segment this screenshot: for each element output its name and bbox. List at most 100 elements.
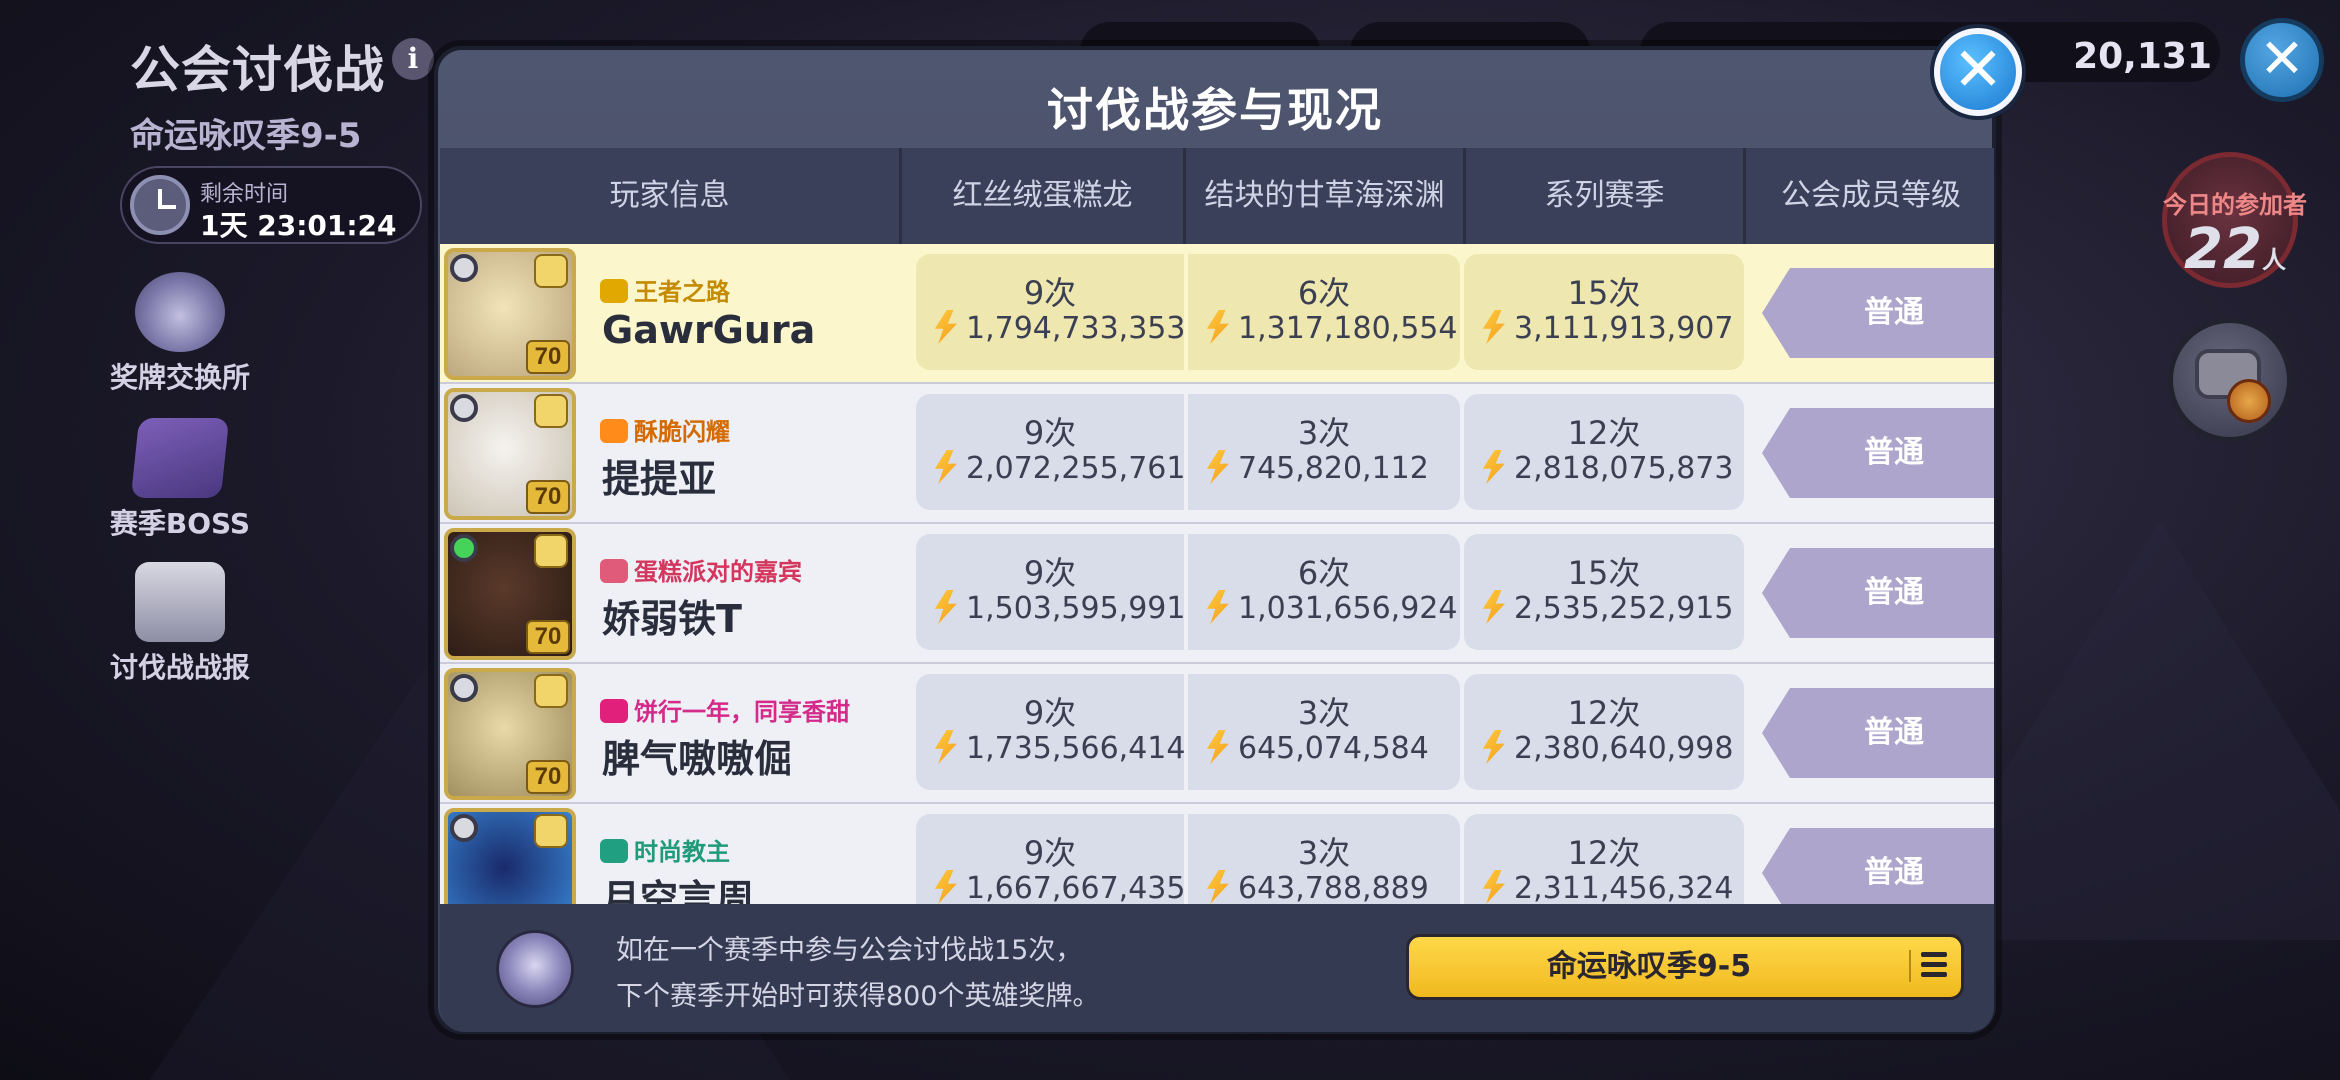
season-select-button[interactable]: 命运咏叹季9-5 <box>1406 934 1964 1000</box>
sidebar-item-label: 讨伐战战报 <box>109 651 250 684</box>
table-body[interactable]: 70 王者之路 GawrGura 9次 1,794,733,353 6次 1,317,180… <box>440 244 1994 904</box>
chat-button[interactable] <box>2168 318 2292 442</box>
damage-icon <box>1206 450 1229 484</box>
title-icon <box>600 279 628 303</box>
attempt-count: 6次 <box>1297 554 1351 592</box>
attempt-count: 6次 <box>1297 274 1351 312</box>
boss-2-record: 6次 1,317,180,554 <box>1188 254 1460 370</box>
tier-icon <box>534 254 568 288</box>
participation-table: 玩家信息 红丝绒蛋糕龙 结块的甘草海深渊 系列赛季 公会成员等级 70 王者之路 G… <box>440 148 1994 904</box>
member-rank-badge[interactable]: 普通 <box>1762 268 1994 358</box>
table-row[interactable]: 70 饼行一年，同享香甜 脾气嗷嗷倔 9次 1,735,566,414 3次 645,074… <box>440 664 1994 804</box>
damage-score: 643,788,889 <box>1200 870 1458 904</box>
player-title: 酥脆闪耀 <box>600 412 730 447</box>
damage-icon <box>1482 590 1505 624</box>
column-header-member-rank: 公会成员等级 <box>1781 178 1961 213</box>
player-title: 蛋糕派对的嘉宾 <box>600 552 802 587</box>
damage-score: 1,735,566,414 <box>928 730 1185 766</box>
remaining-time-box: 剩余时间 1天 23:01:24 <box>120 166 422 244</box>
title-icon <box>600 559 628 583</box>
player-level: 70 <box>526 760 570 794</box>
title-icon <box>600 419 628 443</box>
attempt-count: 9次 <box>1023 834 1077 872</box>
participants-count: 22人 <box>2184 217 2286 282</box>
season-record: 12次 2,311,456,324 <box>1464 814 1744 904</box>
member-rank-label: 普通 <box>1864 715 1924 750</box>
season-record: 12次 2,818,075,873 <box>1464 394 1744 510</box>
damage-score: 1,794,733,353 <box>928 310 1185 346</box>
attempt-count: 3次 <box>1297 834 1351 872</box>
tier-icon <box>534 534 568 568</box>
damage-icon <box>1482 730 1505 764</box>
player-level: 70 <box>526 480 570 514</box>
menu-icon <box>1909 950 1947 982</box>
damage-score: 1,031,656,924 <box>1200 590 1458 626</box>
sidebar-item-season-boss[interactable]: 赛季BOSS <box>100 418 260 542</box>
boss-2-record: 3次 645,074,584 <box>1188 674 1460 790</box>
player-title: 饼行一年，同享香甜 <box>600 692 850 727</box>
member-rank-badge[interactable]: 普通 <box>1762 688 1994 778</box>
damage-icon <box>934 310 957 344</box>
attempt-count: 9次 <box>1023 274 1077 312</box>
attempt-count: 9次 <box>1023 554 1077 592</box>
boss-1-record: 9次 1,794,733,353 <box>916 254 1185 370</box>
damage-score: 645,074,584 <box>1200 730 1458 766</box>
modal-close-button[interactable]: ✕ <box>1934 28 2022 116</box>
online-status-indicator <box>450 674 478 702</box>
clock-icon <box>130 175 190 235</box>
attempt-count: 3次 <box>1297 414 1351 452</box>
member-rank-label: 普通 <box>1864 295 1924 330</box>
member-rank-label: 普通 <box>1864 855 1924 890</box>
boss-2-record: 6次 1,031,656,924 <box>1188 534 1460 650</box>
boss-1-record: 9次 1,667,667,435 <box>916 814 1185 904</box>
player-level: 70 <box>526 340 570 374</box>
table-header: 玩家信息 红丝绒蛋糕龙 结块的甘草海深渊 系列赛季 公会成员等级 <box>440 148 1994 244</box>
boss-1-record: 9次 2,072,255,761 <box>916 394 1185 510</box>
tier-icon <box>534 674 568 708</box>
tier-icon <box>534 394 568 428</box>
player-name: GawrGura <box>602 308 816 352</box>
today-participants-badge: 今日的参加者 22人 <box>2162 152 2307 288</box>
sidebar-item-label: 奖牌交换所 <box>109 361 250 394</box>
modal-footer: 如在一个赛季中参与公会讨伐战15次， 下个赛季开始时可获得800个英雄奖牌。 命… <box>440 904 1994 1032</box>
tier-icon <box>534 814 568 848</box>
attempt-count: 12次 <box>1567 694 1641 732</box>
damage-score: 2,380,640,998 <box>1476 730 1742 766</box>
hero-medal-icon <box>496 930 574 1008</box>
boss-1-record: 9次 1,735,566,414 <box>916 674 1185 790</box>
info-icon[interactable]: i <box>392 38 434 80</box>
damage-icon <box>1482 310 1505 344</box>
damage-icon <box>934 730 957 764</box>
damage-icon <box>1206 730 1229 764</box>
online-status-indicator <box>450 534 478 562</box>
damage-score: 1,667,667,435 <box>928 870 1185 904</box>
table-row[interactable]: 70 蛋糕派对的嘉宾 娇弱铁T 9次 1,503,595,991 6次 1,031,656,… <box>440 524 1994 664</box>
table-row[interactable]: 70 酥脆闪耀 提提亚 9次 2,072,255,761 3次 745,820,112 12次… <box>440 384 1994 524</box>
player-level: 70 <box>526 620 570 654</box>
boss-icon <box>130 418 230 498</box>
damage-score: 1,503,595,991 <box>928 590 1185 626</box>
season-select-label: 命运咏叹季9-5 <box>1546 949 1752 984</box>
boss-2-record: 3次 745,820,112 <box>1188 394 1460 510</box>
member-rank-badge[interactable]: 普通 <box>1762 408 1994 498</box>
damage-icon <box>1482 450 1505 484</box>
currency-count: 20,131 <box>2073 36 2212 77</box>
column-header-boss-1: 红丝绒蛋糕龙 <box>902 148 1186 244</box>
sidebar-item-battle-report[interactable]: 讨伐战战报 <box>100 562 260 686</box>
season-record: 15次 3,111,913,907 <box>1464 254 1744 370</box>
damage-score: 745,820,112 <box>1200 450 1458 486</box>
close-page-button[interactable]: ✕ <box>2240 18 2324 102</box>
damage-score: 2,311,456,324 <box>1476 870 1742 904</box>
sidebar-item-medal-exchange[interactable]: 奖牌交换所 <box>100 272 260 396</box>
damage-score: 3,111,913,907 <box>1476 310 1742 346</box>
damage-score: 2,072,255,761 <box>928 450 1185 486</box>
table-row[interactable]: 时尚教主 月空言周 9次 1,667,667,435 3次 643,788,889 12次 2… <box>440 804 1994 904</box>
modal-title: 讨伐战参与现况 <box>1047 83 1383 137</box>
table-row[interactable]: 70 王者之路 GawrGura 9次 1,794,733,353 6次 1,317,180… <box>440 244 1994 384</box>
damage-score: 2,818,075,873 <box>1476 450 1742 486</box>
report-icon <box>135 562 225 642</box>
member-rank-badge[interactable]: 普通 <box>1762 548 1994 638</box>
damage-score: 1,317,180,554 <box>1200 310 1458 346</box>
online-status-indicator <box>450 814 478 842</box>
member-rank-badge[interactable]: 普通 <box>1762 828 1994 904</box>
